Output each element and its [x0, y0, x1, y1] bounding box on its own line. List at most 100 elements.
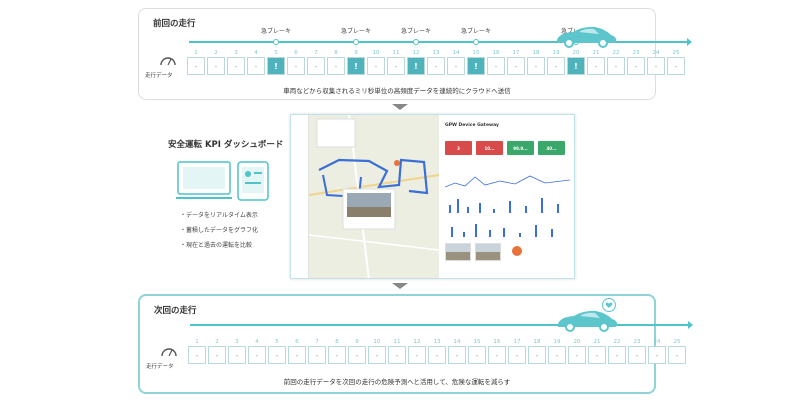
data-cell: 9!: [347, 49, 365, 75]
data-cell: 13-: [428, 338, 446, 364]
data-cell: 24-: [647, 49, 665, 75]
cell-number: 22: [613, 339, 621, 345]
cell-number: 13: [432, 50, 440, 56]
timeline-arrowhead-icon: [687, 38, 692, 46]
cell-number: 18: [532, 50, 540, 56]
data-cell: 13-: [427, 49, 445, 75]
data-cell: 4-: [247, 49, 265, 75]
camera-thumbnail: [475, 243, 501, 261]
empty-cell: -: [627, 57, 645, 75]
alert-cell: !: [267, 57, 285, 75]
next-drive-caption: 前回の走行データを次回の走行の危険予測へと活用して、危険な運転を減らす: [283, 378, 511, 386]
stat-card: 40...: [538, 141, 565, 155]
cell-number: 8: [335, 339, 339, 345]
speedometer-icon: [154, 342, 184, 361]
cell-number: 5: [274, 50, 278, 56]
data-cell: 10-: [368, 338, 386, 364]
empty-cell: -: [307, 57, 325, 75]
route-map: [308, 115, 440, 278]
empty-cell: -: [367, 57, 385, 75]
data-cell: 7-: [308, 338, 326, 364]
diagram-root: 前回の走行 急ブレーキ急ブレーキ急ブレーキ急ブレーキ急ブレーキ 走行データ 1-…: [0, 0, 800, 411]
empty-cell: -: [287, 57, 305, 75]
cell-number: 4: [255, 339, 259, 345]
brake-dot: [473, 39, 479, 45]
data-cell: 18-: [527, 49, 545, 75]
bar-sparkline-chart: [449, 198, 559, 213]
data-cell: 19-: [548, 338, 566, 364]
cell-number: 17: [512, 50, 520, 56]
empty-cell: -: [508, 346, 526, 364]
cell-number: 9: [354, 50, 358, 56]
empty-cell: -: [648, 346, 666, 364]
empty-cell: -: [668, 346, 686, 364]
data-cell: 6-: [288, 338, 306, 364]
cell-number: 2: [215, 339, 219, 345]
data-cell: 25-: [668, 338, 686, 364]
empty-cell: -: [387, 57, 405, 75]
cell-number: 23: [632, 50, 640, 56]
stat-card: 10...: [476, 141, 503, 155]
empty-cell: -: [208, 346, 226, 364]
empty-cell: -: [228, 346, 246, 364]
cell-number: 6: [294, 50, 298, 56]
driving-data-label: 走行データ: [146, 364, 174, 370]
empty-cell: -: [548, 346, 566, 364]
cell-number: 13: [433, 339, 441, 345]
cell-number: 19: [553, 339, 561, 345]
data-cell: 14-: [447, 49, 465, 75]
empty-cell: -: [608, 346, 626, 364]
cell-number: 16: [492, 50, 500, 56]
cell-number: 3: [235, 339, 239, 345]
cell-number: 14: [453, 339, 461, 345]
data-cell: 22-: [607, 49, 625, 75]
empty-cell: -: [667, 57, 685, 75]
data-cell: 18-: [528, 338, 546, 364]
empty-cell: -: [268, 346, 286, 364]
dashboard-screenshot: GPW Device Gateway 3 10... 99.9... 40...: [290, 114, 575, 279]
sparkline-chart: [445, 175, 570, 188]
data-cell: 11-: [388, 338, 406, 364]
cell-number: 25: [672, 50, 680, 56]
next-drive-panel: 次回の走行 走行データ 1-2-3-4-5-6-7-8-9-10-11-12-1…: [138, 294, 693, 394]
empty-cell: -: [408, 346, 426, 364]
empty-cell: -: [348, 346, 366, 364]
data-cell: 10-: [367, 49, 385, 75]
feature-item: ・現在と過去の運転を比較: [180, 242, 253, 249]
feature-item: ・蓄積したデータをグラフ化: [180, 227, 259, 234]
dashboard-metrics-panel: GPW Device Gateway 3 10... 99.9... 40...: [439, 115, 574, 278]
cell-number: 10: [372, 50, 380, 56]
cell-number: 7: [315, 339, 319, 345]
empty-cell: -: [588, 346, 606, 364]
cell-number: 20: [572, 50, 580, 56]
empty-cell: -: [547, 57, 565, 75]
cell-number: 4: [254, 50, 258, 56]
data-cell: 2-: [208, 338, 226, 364]
cell-number: 11: [392, 50, 400, 56]
data-cell: 21-: [588, 338, 606, 364]
empty-cell: -: [487, 57, 505, 75]
data-cell: 4-: [248, 338, 266, 364]
empty-cell: -: [428, 346, 446, 364]
data-cell: 24-: [648, 338, 666, 364]
previous-drive-panel: 前回の走行 急ブレーキ急ブレーキ急ブレーキ急ブレーキ急ブレーキ 走行データ 1-…: [138, 8, 692, 100]
cell-number: 11: [393, 339, 401, 345]
empty-cell: -: [628, 346, 646, 364]
cell-number: 22: [612, 50, 620, 56]
empty-cell: -: [568, 346, 586, 364]
cell-number: 3: [234, 50, 238, 56]
devices-icon: [176, 161, 269, 201]
data-cell: 23-: [627, 49, 645, 75]
alert-cell: !: [467, 57, 485, 75]
data-cell: 25-: [667, 49, 685, 75]
map-view: [308, 115, 440, 278]
cell-number: 6: [295, 339, 299, 345]
cell-number: 21: [593, 339, 601, 345]
cell-number: 25: [673, 339, 681, 345]
previous-drive-cells: 1-2-3-4-5! 6-7-8-9! 10-11-12! 13-14-15! 16-1…: [187, 49, 687, 75]
cell-number: 15: [473, 339, 481, 345]
empty-cell: -: [368, 346, 386, 364]
bar-sparkline-chart: [451, 224, 553, 237]
next-drive-title: 次回の走行: [154, 306, 197, 316]
previous-drive-title: 前回の走行: [153, 19, 196, 29]
